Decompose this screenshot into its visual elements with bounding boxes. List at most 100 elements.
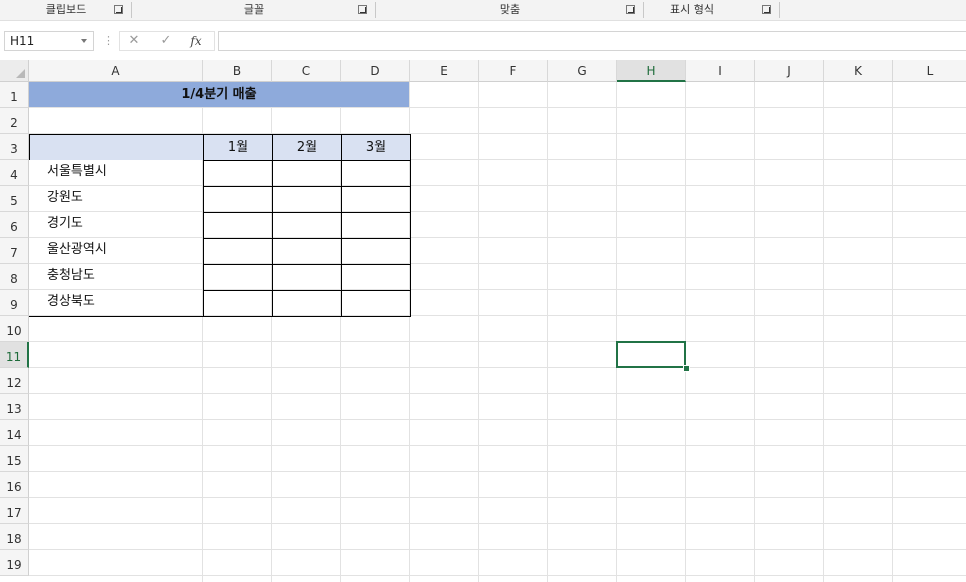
header-band-cell[interactable] [29,134,203,160]
region-cell[interactable]: 충청남도 [29,264,203,290]
dialog-launcher-icon[interactable] [626,5,635,14]
row-header-4[interactable]: 4 [0,160,29,186]
row-header-19[interactable]: 19 [0,550,29,576]
region-cell[interactable]: 경기도 [29,212,203,238]
column-header-i[interactable]: I [686,60,755,82]
gridline-horizontal [29,107,966,108]
gridline-vertical [823,82,824,582]
table-border-bottom [29,316,411,317]
data-cell[interactable] [341,264,410,290]
formula-buttons: ✕ ✓ fx [119,31,215,51]
column-header-h[interactable]: H [617,60,686,82]
data-cell[interactable] [341,290,410,316]
region-cell[interactable]: 경상북도 [29,290,203,316]
region-cell[interactable]: 서울특별시 [29,160,203,186]
data-cell[interactable] [203,186,272,212]
data-cell[interactable] [203,212,272,238]
cancel-icon[interactable]: ✕ [124,32,144,50]
data-cell[interactable] [203,238,272,264]
data-cell[interactable] [272,264,341,290]
row-header-6[interactable]: 6 [0,212,29,238]
column-header-c[interactable]: C [272,60,341,82]
fill-handle[interactable] [683,365,690,372]
data-cell[interactable] [203,290,272,316]
month-header-cell[interactable]: 2월 [272,134,341,160]
column-header-a[interactable]: A [29,60,203,82]
name-box-value: H11 [10,34,35,48]
data-cell[interactable] [272,186,341,212]
ribbon-group-bar: 클립보드 글꼴 맞춤 표시 형식 [0,0,966,21]
dialog-launcher-icon[interactable] [114,5,123,14]
gridline-vertical [754,82,755,582]
data-cell[interactable] [272,160,341,186]
gridline-horizontal [29,393,966,394]
row-header-9[interactable]: 9 [0,290,29,316]
table-border-top [29,134,410,135]
gridline-horizontal [29,445,966,446]
row-header-16[interactable]: 16 [0,472,29,498]
ribbon-group-label: 글꼴 [243,3,265,16]
month-header-cell[interactable]: 1월 [203,134,272,160]
dialog-launcher-icon[interactable] [358,5,367,14]
column-header-b[interactable]: B [203,60,272,82]
more-options-icon[interactable]: ⋮ [103,35,114,47]
name-box[interactable]: H11 [4,31,94,51]
insert-function-icon[interactable]: fx [186,32,206,50]
region-cell[interactable]: 강원도 [29,186,203,212]
column-header-g[interactable]: G [548,60,617,82]
title-cell[interactable]: 1/4분기 매출 [29,82,409,107]
ribbon-group-font: 글꼴 [132,0,376,20]
group-separator [779,2,780,18]
chevron-down-icon[interactable] [81,39,87,43]
spreadsheet-grid[interactable]: A B C D E F G H I J K L 1 2 3 4 5 6 7 8 9 10 11 12 13 14 15 16 17 18 1… [0,60,966,582]
row-header-5[interactable]: 5 [0,186,29,212]
row-header-3[interactable]: 3 [0,134,29,160]
data-cell[interactable] [272,212,341,238]
row-header-2[interactable]: 2 [0,108,29,134]
active-cell-border [616,341,686,368]
data-cell[interactable] [272,238,341,264]
row-header-18[interactable]: 18 [0,524,29,550]
gridline-horizontal [29,523,966,524]
dialog-launcher-icon[interactable] [762,5,771,14]
row-header-17[interactable]: 17 [0,498,29,524]
row-header-8[interactable]: 8 [0,264,29,290]
column-header-l[interactable]: L [893,60,966,82]
ribbon-group-label: 맞춤 [499,3,521,16]
column-header-k[interactable]: K [824,60,893,82]
data-cell[interactable] [272,290,341,316]
gridline-vertical [685,82,686,582]
select-all-corner[interactable] [0,60,29,82]
ribbon-group-number: 표시 형식 [644,0,780,20]
row-header-14[interactable]: 14 [0,420,29,446]
data-cell[interactable] [341,186,410,212]
ribbon-group-label: 클립보드 [45,3,87,16]
month-header-cell[interactable]: 3월 [341,134,410,160]
column-header-d[interactable]: D [341,60,410,82]
region-cell[interactable]: 울산광역시 [29,238,203,264]
data-cell[interactable] [203,160,272,186]
row-header-15[interactable]: 15 [0,446,29,472]
row-header-11[interactable]: 11 [0,342,29,368]
data-cell[interactable] [341,212,410,238]
ribbon-group-label: 표시 형식 [670,3,714,16]
data-cell[interactable] [203,264,272,290]
column-header-f[interactable]: F [479,60,548,82]
gridline-horizontal [29,575,966,576]
data-cell[interactable] [341,160,410,186]
row-header-13[interactable]: 13 [0,394,29,420]
gridline-vertical [616,82,617,582]
formula-bar: H11 ⋮ ✕ ✓ fx [0,28,966,54]
gridline-horizontal [29,419,966,420]
row-header-10[interactable]: 10 [0,316,29,342]
gridline-horizontal [29,367,966,368]
enter-icon[interactable]: ✓ [156,32,176,50]
data-cell[interactable] [341,238,410,264]
row-header-1[interactable]: 1 [0,82,29,108]
column-header-j[interactable]: J [755,60,824,82]
table-border-right [410,134,411,317]
row-header-7[interactable]: 7 [0,238,29,264]
column-header-e[interactable]: E [410,60,479,82]
formula-input[interactable] [218,31,966,51]
row-header-12[interactable]: 12 [0,368,29,394]
